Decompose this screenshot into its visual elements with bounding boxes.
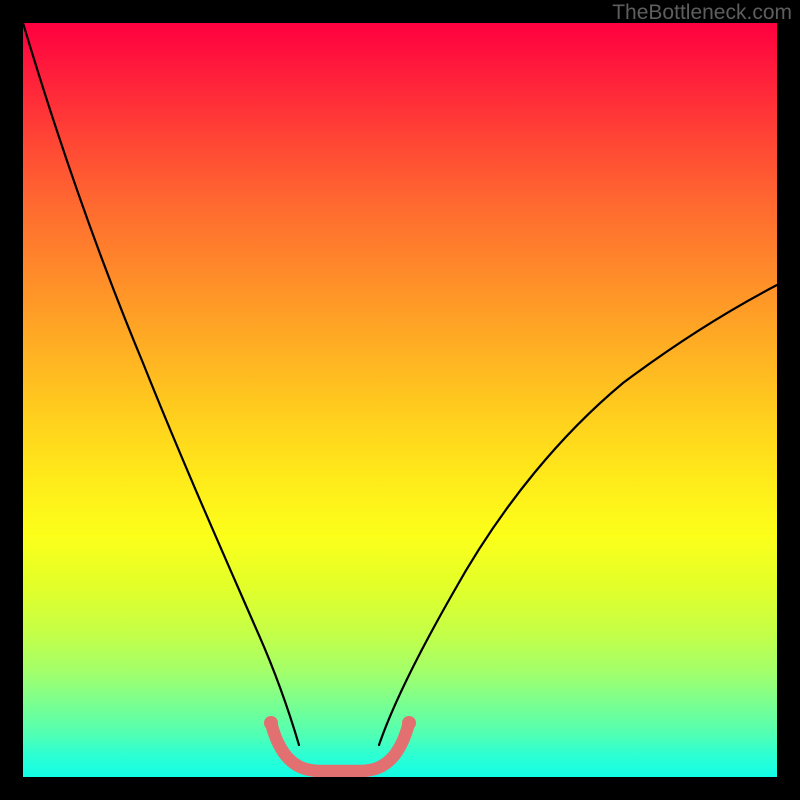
chart-frame: TheBottleneck.com [0,0,800,800]
valley-end-dots [264,716,416,730]
curve-layer [23,23,777,777]
plot-area [23,23,777,777]
right-curve [379,285,777,745]
left-curve [23,23,299,745]
valley-highlight [271,723,409,771]
watermark-text: TheBottleneck.com [612,1,792,25]
